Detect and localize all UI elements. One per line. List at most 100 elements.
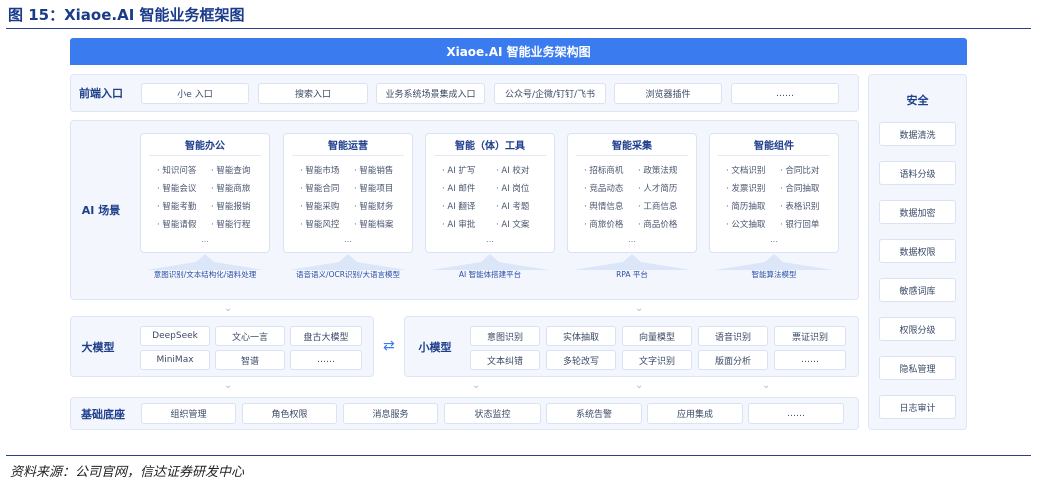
security-item: 隐私管理 bbox=[879, 356, 956, 380]
scene-card-title: 智能运营 bbox=[328, 141, 368, 152]
security-item: 语料分级 bbox=[879, 161, 956, 185]
down-chevron-icon: ⌄ bbox=[635, 380, 644, 391]
scene-card-item-label: 银行回单 bbox=[785, 220, 820, 230]
scene-card-item-label: AI 校对 bbox=[501, 166, 530, 176]
diagram-banner: Xiaoe.AI 智能业务架构图 bbox=[70, 38, 967, 65]
scene-card-more: … bbox=[344, 235, 352, 244]
scene-card-item-label: 简历抽取 bbox=[731, 202, 766, 212]
scene-card-item: · 智能查询 bbox=[211, 164, 250, 176]
big-model-item: 盘古大模型 bbox=[290, 326, 362, 346]
card-divider bbox=[718, 155, 830, 156]
scene-card-more: … bbox=[628, 235, 636, 244]
scene-card-item: · 智能风控 bbox=[300, 218, 339, 230]
scene-card-item-label: AI 岗位 bbox=[501, 184, 530, 194]
up-arrow-icon bbox=[289, 254, 407, 270]
foundation-item: 应用集成 bbox=[647, 403, 743, 424]
scene-card-item: · 智能财务 bbox=[354, 200, 393, 212]
big-model-item: …… bbox=[290, 350, 362, 370]
foundation-item: 角色权限 bbox=[242, 403, 337, 424]
scene-card-item: · 智能会议 bbox=[157, 182, 196, 194]
scene-card-more: … bbox=[201, 235, 209, 244]
scene-card-item: · 智能销售 bbox=[354, 164, 393, 176]
scene-card-item: · AI 校对 bbox=[496, 164, 529, 176]
scene-card-item-label: 文档识别 bbox=[731, 166, 766, 176]
scene-card-more: … bbox=[486, 235, 494, 244]
scene-card-item-label: 智能采购 bbox=[305, 202, 340, 212]
scene-card-item-label: 智能市场 bbox=[305, 166, 340, 176]
scene-card-more: … bbox=[770, 235, 778, 244]
scene-card-item-label: AI 文案 bbox=[501, 220, 530, 230]
scene-card-item-label: 智能会议 bbox=[162, 184, 197, 194]
up-arrow-icon bbox=[431, 254, 549, 270]
scene-card: 智能（体）工具 · AI 扩写 · AI 校对 · AI 邮件 · AI 岗位 · AI … bbox=[425, 133, 555, 253]
scene-card-item: · 文档识别 bbox=[726, 164, 765, 176]
down-chevron-icon: ⌄ bbox=[472, 380, 481, 391]
scene-card-item-label: 商品价格 bbox=[643, 220, 678, 230]
scene-card-item: · AI 扩写 bbox=[442, 164, 475, 176]
scene-card-item: · 智能报销 bbox=[211, 200, 250, 212]
big-model-item: MiniMax bbox=[140, 350, 210, 370]
small-model-label: 小模型 bbox=[418, 340, 452, 354]
scene-platform-label: 智能算法模型 bbox=[751, 270, 797, 279]
scene-card: 智能运营 · 智能市场 · 智能销售 · 智能合同 · 智能项目 · 智能采购 · 智能财务… bbox=[283, 133, 413, 253]
scene-card-item: · 智能请假 bbox=[157, 218, 196, 230]
scene-card-item: · 竞品动态 bbox=[584, 182, 623, 194]
big-model-item: DeepSeek bbox=[140, 326, 210, 346]
scene-platform-label: 意图识别/文本结构化/语料处理 bbox=[153, 270, 257, 279]
up-arrow-icon bbox=[715, 254, 833, 270]
scene-card-item: · AI 翻译 bbox=[442, 200, 475, 212]
scene-card-item-label: 智能报销 bbox=[216, 202, 251, 212]
security-item: 敏感词库 bbox=[879, 278, 956, 302]
frontend-item: 公众号/企微/钉钉/飞书 bbox=[494, 83, 606, 104]
small-model-item: …… bbox=[774, 350, 846, 370]
foundation-item: 状态监控 bbox=[444, 403, 541, 424]
figure-source: 资料来源：公司官网，信达证券研发中心 bbox=[10, 465, 245, 480]
scene-card-item: · 工商信息 bbox=[638, 200, 677, 212]
scene-card-item: · 招标商机 bbox=[584, 164, 623, 176]
big-model-item: 智谱 bbox=[215, 350, 285, 370]
scene-card-item-label: 智能商旅 bbox=[216, 184, 251, 194]
scene-card-item-label: AI 邮件 bbox=[447, 184, 476, 194]
scene-card-item-label: 智能档案 bbox=[359, 220, 394, 230]
small-model-item: 向量模型 bbox=[622, 326, 692, 346]
scene-card-item-label: AI 扩写 bbox=[447, 166, 476, 176]
security-item: 日志审计 bbox=[879, 395, 956, 419]
scene-card-title: 智能（体）工具 bbox=[455, 141, 525, 152]
scene-card-item-label: AI 考题 bbox=[501, 202, 530, 212]
foundation-item: 消息服务 bbox=[343, 403, 438, 424]
scene-card-item-label: 智能销售 bbox=[359, 166, 394, 176]
security-item: 数据清洗 bbox=[879, 122, 956, 146]
small-model-item: 多轮改写 bbox=[546, 350, 616, 370]
scene-card-item-label: 招标商机 bbox=[589, 166, 624, 176]
ai-scene-label: AI 场景 bbox=[81, 204, 121, 217]
scene-card-item: · 政策法规 bbox=[638, 164, 677, 176]
scene-card-item-label: 智能请假 bbox=[162, 220, 197, 230]
foundation-item: …… bbox=[748, 403, 844, 424]
scene-card-item: · 商旅价格 bbox=[584, 218, 623, 230]
frontend-item: 业务系统场景集成入口 bbox=[376, 83, 485, 104]
scene-card-item-label: 政策法规 bbox=[643, 166, 678, 176]
scene-card-item-label: 智能查询 bbox=[216, 166, 251, 176]
scene-card-item: · 合同抽取 bbox=[780, 182, 819, 194]
card-divider bbox=[434, 155, 546, 156]
scene-card-item-label: 智能行程 bbox=[216, 220, 251, 230]
scene-card-item: · 智能商旅 bbox=[211, 182, 250, 194]
scene-card-title: 智能采集 bbox=[612, 141, 652, 152]
scene-card-item: · 智能考勤 bbox=[157, 200, 196, 212]
scene-card-item-label: 智能考勤 bbox=[162, 202, 197, 212]
security-item: 数据权限 bbox=[879, 239, 956, 263]
frontend-item: 小e 入口 bbox=[141, 83, 249, 104]
up-arrow-icon bbox=[146, 254, 264, 270]
frontend-item: 搜索入口 bbox=[258, 83, 368, 104]
scene-card-item: · 智能采购 bbox=[300, 200, 339, 212]
big-model-item: 文心一言 bbox=[215, 326, 285, 346]
scene-card-item-label: AI 翻译 bbox=[447, 202, 476, 212]
scene-card-item-label: 舆情信息 bbox=[589, 202, 624, 212]
down-chevron-icon: ⌄ bbox=[224, 303, 233, 314]
small-model-item: 文本纠错 bbox=[470, 350, 540, 370]
scene-card-item-label: AI 审批 bbox=[447, 220, 476, 230]
foundation-item: 系统告警 bbox=[546, 403, 642, 424]
scene-card-item: · 发票识别 bbox=[726, 182, 765, 194]
foundation-item: 组织管理 bbox=[141, 403, 236, 424]
scene-card-item: · 简历抽取 bbox=[726, 200, 765, 212]
